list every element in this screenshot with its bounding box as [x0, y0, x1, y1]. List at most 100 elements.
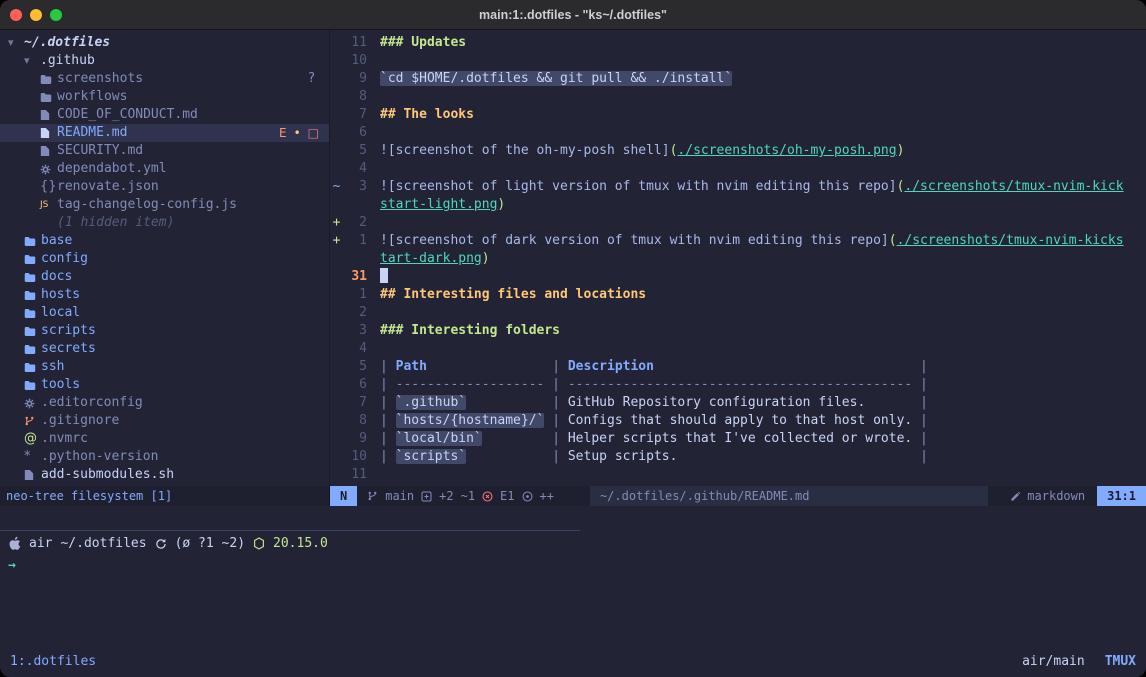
minimize-button[interactable]	[30, 9, 42, 21]
editor-line[interactable]: 9`cd $HOME/.dotfiles && git pull && ./in…	[330, 70, 1146, 88]
tree-item-label: .editorconfig	[41, 394, 143, 412]
tree-item-tag-changelog-config-js[interactable]: JStag-changelog-config.js	[0, 196, 329, 214]
line-number: 7	[343, 394, 367, 412]
editor-line[interactable]: 5| Path | Description |	[330, 358, 1146, 376]
tree-item-hosts[interactable]: hosts	[0, 286, 329, 304]
tree-item-label: renovate.json	[57, 178, 159, 196]
tree-item-1-hidden-item[interactable]: (1 hidden item)	[0, 214, 329, 232]
editor-line[interactable]: 8	[330, 88, 1146, 106]
tree-item-dependabot-yml[interactable]: dependabot.yml	[0, 160, 329, 178]
tree-item-docs[interactable]: docs	[0, 268, 329, 286]
tree-item-tools[interactable]: tools	[0, 376, 329, 394]
shell-input-line[interactable]: →	[8, 558, 16, 573]
tree-item-python-version[interactable]: *.python-version	[0, 448, 329, 466]
tree-item-gitignore[interactable]: .gitignore	[0, 412, 329, 430]
tree-item-security-md[interactable]: SECURITY.md	[0, 142, 329, 160]
tree-item-nvmrc[interactable]: @.nvmrc	[0, 430, 329, 448]
shell-prompt-line: air ~/.dotfiles (ø ?1 ~2) 20.15.0	[8, 536, 328, 551]
editor-line[interactable]: 11### Updates	[330, 34, 1146, 52]
traffic-lights	[10, 9, 62, 21]
tmux-pane-nvim: ▾~/.dotfiles▾.githubscreenshots?workflow…	[0, 30, 1146, 486]
editor-line[interactable]: 7## The looks	[330, 106, 1146, 124]
text-segment: |	[912, 431, 928, 446]
tree-item-renovate-json[interactable]: {}renovate.json	[0, 178, 329, 196]
untracked-badge: ?	[308, 70, 329, 88]
mode-indicator: N	[330, 486, 357, 506]
text-segment: |	[380, 431, 396, 446]
tmux-badge: TMUX	[1105, 654, 1136, 669]
status-flag: □	[308, 124, 319, 142]
tree-item-code-of-conduct-md[interactable]: CODE_OF_CONDUCT.md	[0, 106, 329, 124]
folder-icon	[24, 380, 41, 391]
tmux-pane-shell[interactable]: air ~/.dotfiles (ø ?1 ~2) 20.15.0 →	[0, 506, 1146, 645]
editor-line[interactable]: +1![screenshot of dark version of tmux w…	[330, 232, 1146, 250]
editor-line[interactable]: 5![screenshot of the oh-my-posh shell](.…	[330, 142, 1146, 160]
text-segment: |	[482, 431, 568, 446]
gutter-sign	[330, 466, 343, 484]
maximize-button[interactable]	[50, 9, 62, 21]
folder-icon	[24, 236, 41, 247]
tree-item-screenshots[interactable]: screenshots?	[0, 70, 329, 88]
pane-border	[0, 530, 580, 531]
folder-icon	[24, 344, 41, 355]
tree-item-label: scripts	[41, 322, 96, 340]
gutter-sign	[330, 52, 343, 70]
tree-item-editorconfig[interactable]: .editorconfig	[0, 394, 329, 412]
editor-line[interactable]: 10	[330, 52, 1146, 70]
tree-item-label: dependabot.yml	[57, 160, 167, 178]
gutter-sign: +	[330, 232, 343, 250]
file-tree: ▾~/.dotfiles▾.githubscreenshots?workflow…	[0, 34, 329, 484]
tree-item-label: .python-version	[41, 448, 158, 466]
line-number	[343, 196, 367, 214]
tree-item-add-submodules-sh[interactable]: add-submodules.sh	[0, 466, 329, 484]
line-text: ## Interesting files and locations	[380, 286, 646, 304]
text-segment: |	[677, 449, 927, 464]
line-text: ![screenshot of light version of tmux wi…	[380, 178, 1124, 196]
line-number: 11	[343, 34, 367, 52]
text-segment: `hosts/{hostname}/`	[396, 413, 545, 428]
prompt-host: air	[29, 536, 52, 551]
cursor-position: 31:1	[1097, 486, 1146, 506]
editor-line[interactable]: 4	[330, 160, 1146, 178]
line-number: 5	[343, 358, 367, 376]
titlebar: main:1:.dotfiles - "ks~/.dotfiles"	[0, 0, 1146, 30]
close-button[interactable]	[10, 9, 22, 21]
terminal-window: main:1:.dotfiles - "ks~/.dotfiles" ▾~/.d…	[0, 0, 1146, 677]
gutter-sign	[330, 304, 343, 322]
window-title: main:1:.dotfiles - "ks~/.dotfiles"	[479, 8, 667, 22]
tree-item-readme-md[interactable]: README.mdE•□	[0, 124, 329, 142]
tree-item-base[interactable]: base	[0, 232, 329, 250]
tree-item-workflows[interactable]: workflows	[0, 88, 329, 106]
tree-item-ssh[interactable]: ssh	[0, 358, 329, 376]
editor-line[interactable]: ~3![screenshot of light version of tmux …	[330, 178, 1146, 196]
tree-item-secrets[interactable]: secrets	[0, 340, 329, 358]
tmux-window-tab[interactable]: 1:.dotfiles	[10, 654, 96, 669]
tree-item-label: ~/.dotfiles	[24, 34, 110, 52]
line-text: | `scripts` | Setup scripts. |	[380, 448, 928, 466]
editor-line[interactable]: 11	[330, 466, 1146, 484]
tree-item-label: screenshots	[57, 70, 143, 88]
tree-item-scripts[interactable]: scripts	[0, 322, 329, 340]
editor-line[interactable]: 3### Interesting folders	[330, 322, 1146, 340]
editor-line[interactable]: 2	[330, 304, 1146, 322]
editor-line[interactable]: 10| `scripts` | Setup scripts. |	[330, 448, 1146, 466]
editor-line[interactable]: 4	[330, 340, 1146, 358]
editor-line[interactable]: 1## Interesting files and locations	[330, 286, 1146, 304]
editor-line[interactable]: start-light.png)	[330, 196, 1146, 214]
editor-line[interactable]: +2	[330, 214, 1146, 232]
line-number: 1	[343, 232, 367, 250]
editor-line[interactable]: 8| `hosts/{hostname}/` | Configs that sh…	[330, 412, 1146, 430]
editor-line[interactable]: 7| `.github` | GitHub Repository configu…	[330, 394, 1146, 412]
editor-line[interactable]: tart-dark.png)	[330, 250, 1146, 268]
tree-item-label: workflows	[57, 88, 127, 106]
editor-line[interactable]: 9| `local/bin` | Helper scripts that I'v…	[330, 430, 1146, 448]
tree-item-local[interactable]: local	[0, 304, 329, 322]
editor-line[interactable]: 6	[330, 124, 1146, 142]
editor-line[interactable]: 6| ------------------- | ---------------…	[330, 376, 1146, 394]
editor-line[interactable]: 31	[330, 268, 1146, 286]
diff-icon	[421, 491, 432, 502]
tree-item-config[interactable]: config	[0, 250, 329, 268]
tree-item-github[interactable]: ▾.github	[0, 52, 329, 70]
gutter-sign	[330, 358, 343, 376]
tree-item-dotfiles[interactable]: ▾~/.dotfiles	[0, 34, 329, 52]
